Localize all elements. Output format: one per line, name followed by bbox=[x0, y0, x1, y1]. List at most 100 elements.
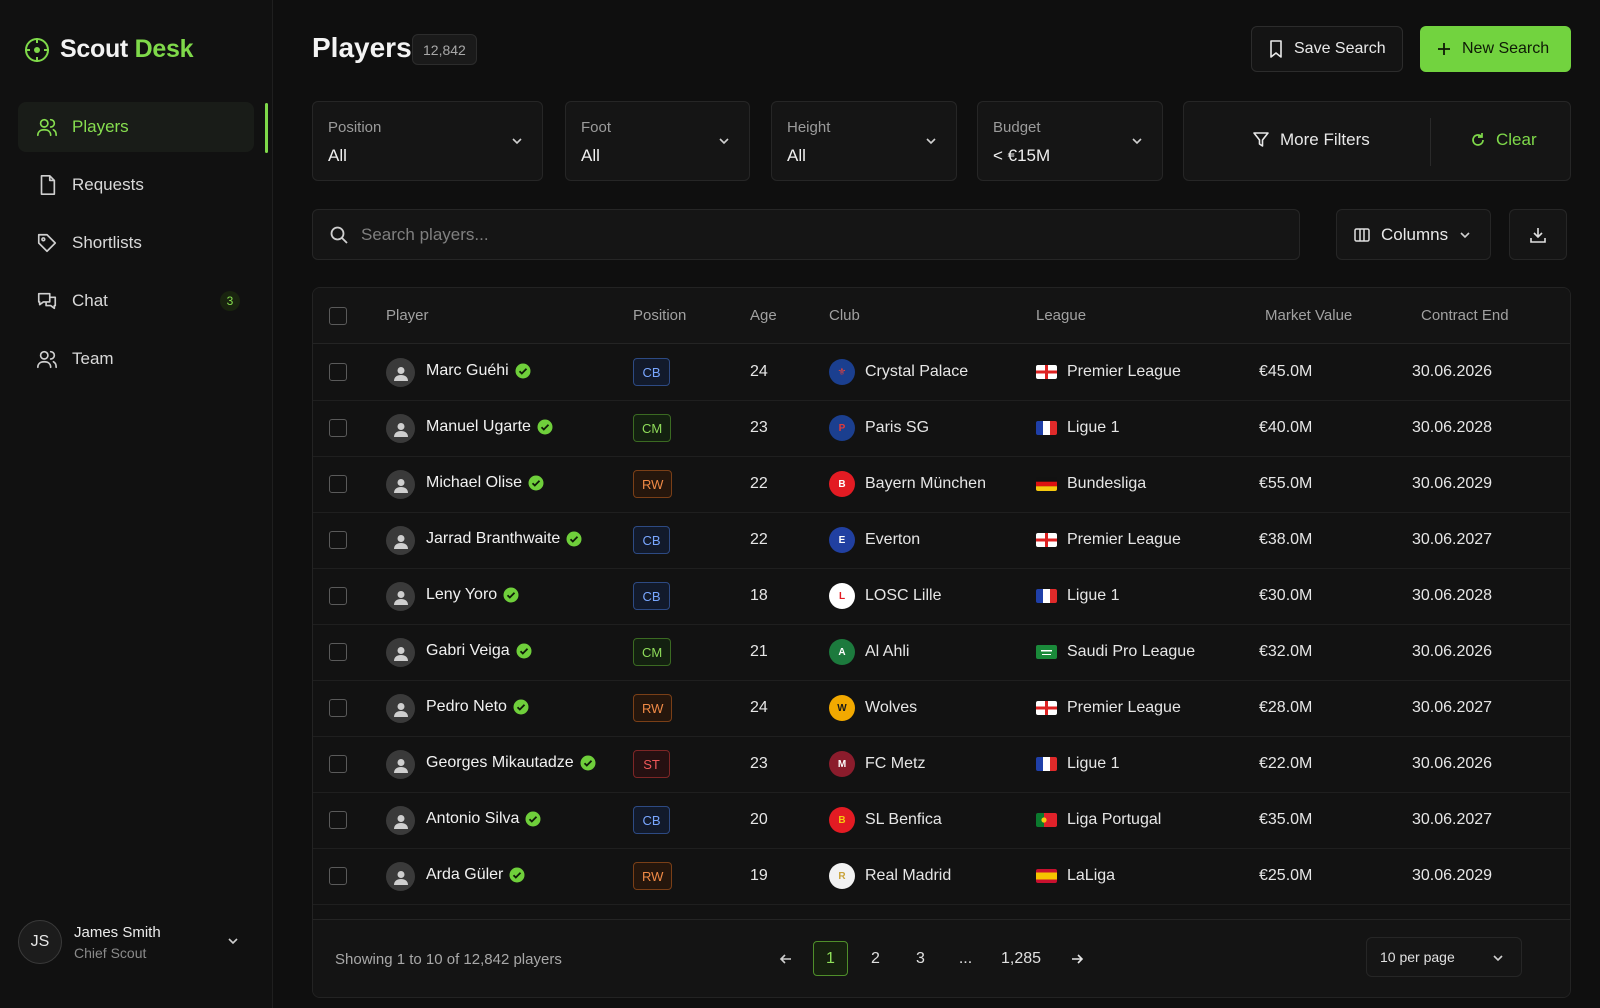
clear-filters-button[interactable]: Clear bbox=[1470, 130, 1537, 150]
player-name[interactable]: Marc Guéhi bbox=[426, 362, 531, 380]
table-row[interactable]: Manuel Ugarte CM 23 P Paris SG Ligue 1 €40.0M 3… bbox=[313, 400, 1570, 457]
foot-filter[interactable]: Foot All bbox=[565, 101, 750, 181]
select-all-checkbox[interactable] bbox=[329, 307, 347, 325]
row-checkbox[interactable] bbox=[329, 755, 347, 773]
prev-page-button[interactable] bbox=[768, 941, 803, 976]
esp-flag-icon bbox=[1036, 869, 1057, 883]
player-name[interactable]: Jarrad Branthwaite bbox=[426, 530, 582, 548]
height-filter[interactable]: Height All bbox=[771, 101, 957, 181]
save-search-button[interactable]: Save Search bbox=[1251, 26, 1403, 72]
verified-icon bbox=[503, 587, 519, 603]
col-header-club[interactable]: Club bbox=[829, 307, 860, 324]
table-row[interactable]: Gabri Veiga CM 21 A Al Ahli Saudi Pro League €… bbox=[313, 624, 1570, 681]
eng-flag-icon bbox=[1036, 533, 1057, 547]
budget-filter[interactable]: Budget < €15M bbox=[977, 101, 1163, 181]
user-profile[interactable]: JS James Smith Chief Scout bbox=[18, 918, 254, 966]
filter-label: Position bbox=[328, 119, 382, 136]
per-page-select[interactable]: 10 per page bbox=[1366, 937, 1522, 977]
market-value: €25.0M bbox=[1259, 867, 1313, 884]
search-input[interactable] bbox=[361, 222, 1261, 248]
columns-button[interactable]: Columns bbox=[1336, 209, 1491, 260]
sidebar-item-chat[interactable]: Chat 3 bbox=[18, 276, 254, 326]
verified-icon bbox=[566, 531, 582, 547]
player-name[interactable]: Georges Mikautadze bbox=[426, 754, 596, 772]
target-icon bbox=[24, 37, 50, 63]
position-badge: RW bbox=[633, 862, 673, 890]
col-header-player[interactable]: Player bbox=[386, 307, 429, 324]
col-header-contract-end[interactable]: Contract End bbox=[1421, 307, 1509, 324]
market-value: €30.0M bbox=[1259, 587, 1313, 604]
table-row[interactable]: Michael Olise RW 22 B Bayern München Bundesli… bbox=[313, 456, 1570, 513]
sidebar-item-team[interactable]: Team bbox=[18, 334, 254, 384]
row-checkbox[interactable] bbox=[329, 867, 347, 885]
player-name[interactable]: Pedro Neto bbox=[426, 698, 529, 716]
verified-icon bbox=[503, 587, 519, 603]
table-row[interactable]: Marc Guéhi CB 24 ⚜ Crystal Palace Premier Lea… bbox=[313, 344, 1570, 401]
download-button[interactable] bbox=[1509, 209, 1567, 260]
row-checkbox[interactable] bbox=[329, 643, 347, 661]
table-row[interactable]: Leny Yoro CB 18 L LOSC Lille Ligue 1 €30.0M 30.… bbox=[313, 568, 1570, 625]
club-crest-icon: B bbox=[829, 807, 855, 833]
club-name: Al Ahli bbox=[865, 643, 910, 660]
col-header-league[interactable]: League bbox=[1036, 307, 1086, 324]
table-row[interactable]: Arda Güler RW 19 R Real Madrid LaLiga €25.0M 30… bbox=[313, 848, 1570, 905]
table-row[interactable]: Antonio Silva CB 20 B SL Benfica Liga Portuga… bbox=[313, 792, 1570, 849]
verified-icon bbox=[525, 811, 541, 827]
market-value: €55.0M bbox=[1259, 475, 1313, 492]
player-age: 23 bbox=[750, 755, 768, 772]
sidebar-item-label: Players bbox=[72, 117, 129, 136]
club-crest-icon: W bbox=[829, 695, 855, 721]
player-name[interactable]: Arda Güler bbox=[426, 866, 525, 884]
market-value: €38.0M bbox=[1259, 531, 1313, 548]
contract-end: 30.06.2028 bbox=[1412, 419, 1493, 436]
col-header-market-value[interactable]: Market Value bbox=[1265, 307, 1352, 324]
sidebar: Scout Desk Players Requests Shortlists C… bbox=[0, 0, 273, 1008]
sidebar-item-players[interactable]: Players bbox=[18, 102, 254, 152]
table-row[interactable]: Pedro Neto RW 24 W Wolves Premier League €28.0… bbox=[313, 680, 1570, 737]
brand-logo[interactable]: Scout Desk bbox=[24, 35, 193, 64]
new-search-button[interactable]: New Search bbox=[1420, 26, 1571, 72]
row-checkbox[interactable] bbox=[329, 419, 347, 437]
page-button-2[interactable]: 2 bbox=[858, 941, 893, 976]
player-name[interactable]: Gabri Veiga bbox=[426, 642, 532, 660]
page-button-3[interactable]: 3 bbox=[903, 941, 938, 976]
player-name[interactable]: Antonio Silva bbox=[426, 810, 541, 828]
col-header-position[interactable]: Position bbox=[633, 307, 686, 324]
league-name: Premier League bbox=[1067, 531, 1181, 548]
next-page-button[interactable] bbox=[1059, 941, 1094, 976]
row-checkbox[interactable] bbox=[329, 531, 347, 549]
avatar: JS bbox=[18, 920, 62, 964]
row-checkbox[interactable] bbox=[329, 475, 347, 493]
row-checkbox[interactable] bbox=[329, 363, 347, 381]
refresh-icon bbox=[1470, 132, 1486, 148]
position-badge: RW bbox=[633, 694, 673, 722]
page-button-1[interactable]: 1 bbox=[813, 941, 848, 976]
verified-icon bbox=[513, 699, 529, 715]
table-header: Player Position Age Club League Market V… bbox=[313, 288, 1570, 344]
market-value: €35.0M bbox=[1259, 811, 1313, 828]
table-row[interactable]: Jarrad Branthwaite CB 22 E Everton Premier Le… bbox=[313, 512, 1570, 569]
club-crest-icon: R bbox=[829, 863, 855, 889]
ksa-flag-icon bbox=[1036, 645, 1057, 659]
club-name: SL Benfica bbox=[865, 811, 942, 828]
player-name[interactable]: Michael Olise bbox=[426, 474, 544, 492]
market-value: €22.0M bbox=[1259, 755, 1313, 772]
position-filter[interactable]: Position All bbox=[312, 101, 543, 181]
table-row[interactable]: Georges Mikautadze ST 23 M FC Metz Ligue 1 €22… bbox=[313, 736, 1570, 793]
player-name[interactable]: Leny Yoro bbox=[426, 586, 519, 604]
row-checkbox[interactable] bbox=[329, 811, 347, 829]
chevron-down-icon[interactable] bbox=[226, 934, 240, 948]
chevron-down-icon bbox=[717, 134, 731, 148]
col-header-age[interactable]: Age bbox=[750, 307, 777, 324]
more-filters-button[interactable]: More Filters bbox=[1252, 130, 1370, 150]
player-name[interactable]: Manuel Ugarte bbox=[426, 418, 553, 436]
row-checkbox[interactable] bbox=[329, 699, 347, 717]
sidebar-item-requests[interactable]: Requests bbox=[18, 160, 254, 210]
row-checkbox[interactable] bbox=[329, 587, 347, 605]
profile-role: Chief Scout bbox=[74, 944, 147, 961]
club-name: Bayern München bbox=[865, 475, 986, 492]
player-age: 18 bbox=[750, 587, 768, 604]
club-crest-icon: L bbox=[829, 583, 855, 609]
sidebar-item-shortlists[interactable]: Shortlists bbox=[18, 218, 254, 268]
page-button-last[interactable]: 1,285 bbox=[993, 941, 1049, 976]
